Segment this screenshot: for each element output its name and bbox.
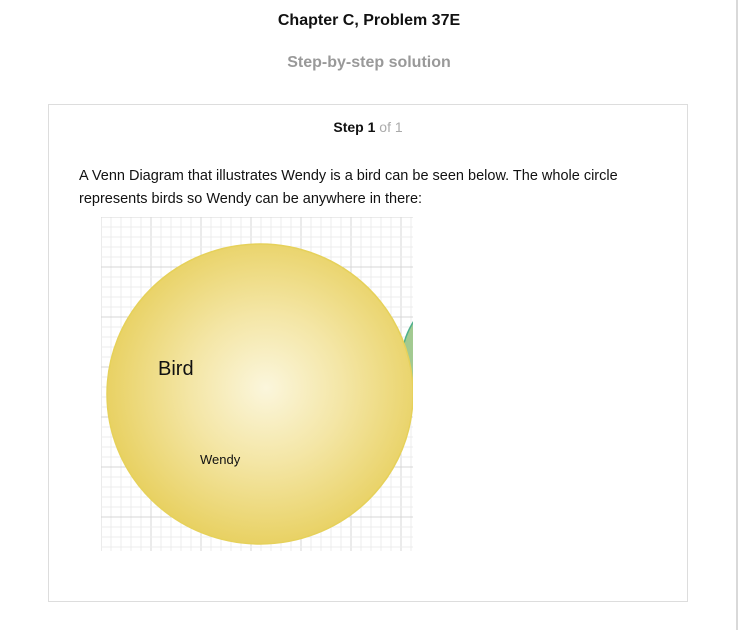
step-header: Step 1 of 1 (49, 119, 687, 135)
bird-set-circle (106, 243, 413, 545)
solution-card: Step 1 of 1 A Venn Diagram that illustra… (48, 104, 688, 602)
page-title: Chapter C, Problem 37E (277, 12, 461, 29)
venn-diagram: Bird Wendy (101, 217, 413, 551)
page-subtitle: Step-by-step solution (287, 54, 451, 71)
step-label: Step (333, 119, 364, 135)
step-number: 1 (367, 119, 376, 135)
step-explanation: A Venn Diagram that illustrates Wendy is… (79, 168, 618, 207)
wendy-element-label: Wendy (200, 452, 241, 467)
step-of-total: of 1 (379, 119, 403, 135)
bird-set-label: Bird (158, 358, 194, 380)
